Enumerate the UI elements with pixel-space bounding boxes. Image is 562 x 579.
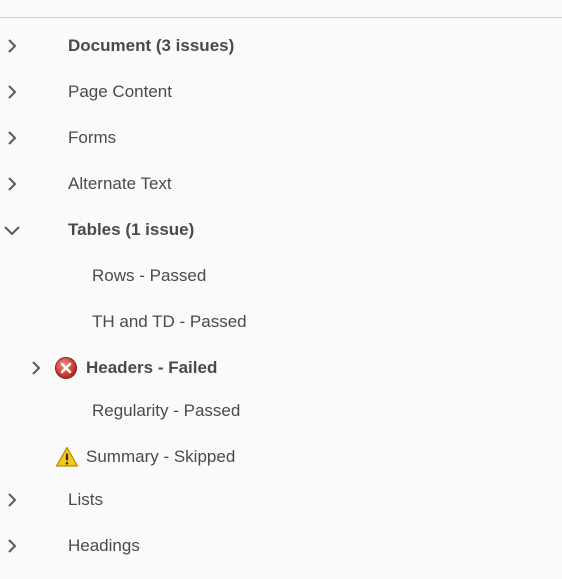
failed-icon bbox=[54, 356, 78, 380]
tree-item-alternate-text[interactable]: Alternate Text bbox=[0, 169, 562, 199]
warning-icon bbox=[55, 445, 79, 469]
accessibility-checker-panel: Document (3 issues) Page Content Forms A… bbox=[0, 0, 562, 579]
tree-item-th-and-td[interactable]: TH and TD - Passed bbox=[0, 307, 562, 337]
chevron-right-icon[interactable] bbox=[4, 127, 20, 149]
tree-item-headers[interactable]: Headers - Failed bbox=[0, 353, 562, 383]
tree-item-tables[interactable]: Tables (1 issue) bbox=[0, 215, 562, 245]
tree-item-label: Document (3 issues) bbox=[68, 36, 235, 55]
tree-item-rows[interactable]: Rows - Passed bbox=[0, 261, 562, 291]
chevron-right-icon[interactable] bbox=[4, 173, 20, 195]
tree-item-page-content[interactable]: Page Content bbox=[0, 77, 562, 107]
tree-item-label: Headers - Failed bbox=[86, 358, 218, 377]
tree-item-forms[interactable]: Forms bbox=[0, 123, 562, 153]
tree-item-label: Tables (1 issue) bbox=[68, 220, 195, 239]
chevron-right-icon[interactable] bbox=[4, 535, 20, 557]
tree-item-lists[interactable]: Lists bbox=[0, 485, 562, 515]
tree-item-label: Page Content bbox=[68, 82, 172, 101]
tree-item-label: Alternate Text bbox=[68, 174, 172, 193]
tree-item-label: Headings bbox=[68, 536, 140, 555]
tree-item-label: Summary - Skipped bbox=[86, 447, 236, 466]
top-divider bbox=[0, 17, 562, 18]
chevron-right-icon[interactable] bbox=[28, 357, 44, 379]
tree-item-document[interactable]: Document (3 issues) bbox=[0, 31, 562, 61]
tree-item-headings[interactable]: Headings bbox=[0, 531, 562, 561]
tree-item-label: Rows - Passed bbox=[92, 266, 207, 285]
tree-item-regularity[interactable]: Regularity - Passed bbox=[0, 396, 562, 426]
chevron-right-icon[interactable] bbox=[4, 35, 20, 57]
chevron-right-icon[interactable] bbox=[4, 489, 20, 511]
tree-item-label: Forms bbox=[68, 128, 117, 147]
tree-item-label: Regularity - Passed bbox=[92, 401, 241, 420]
chevron-right-icon[interactable] bbox=[4, 81, 20, 103]
tree-item-label: Lists bbox=[68, 490, 103, 509]
chevron-down-icon[interactable] bbox=[2, 219, 22, 241]
tree-item-label: TH and TD - Passed bbox=[92, 312, 247, 331]
tree-item-summary[interactable]: Summary - Skipped bbox=[0, 442, 562, 472]
